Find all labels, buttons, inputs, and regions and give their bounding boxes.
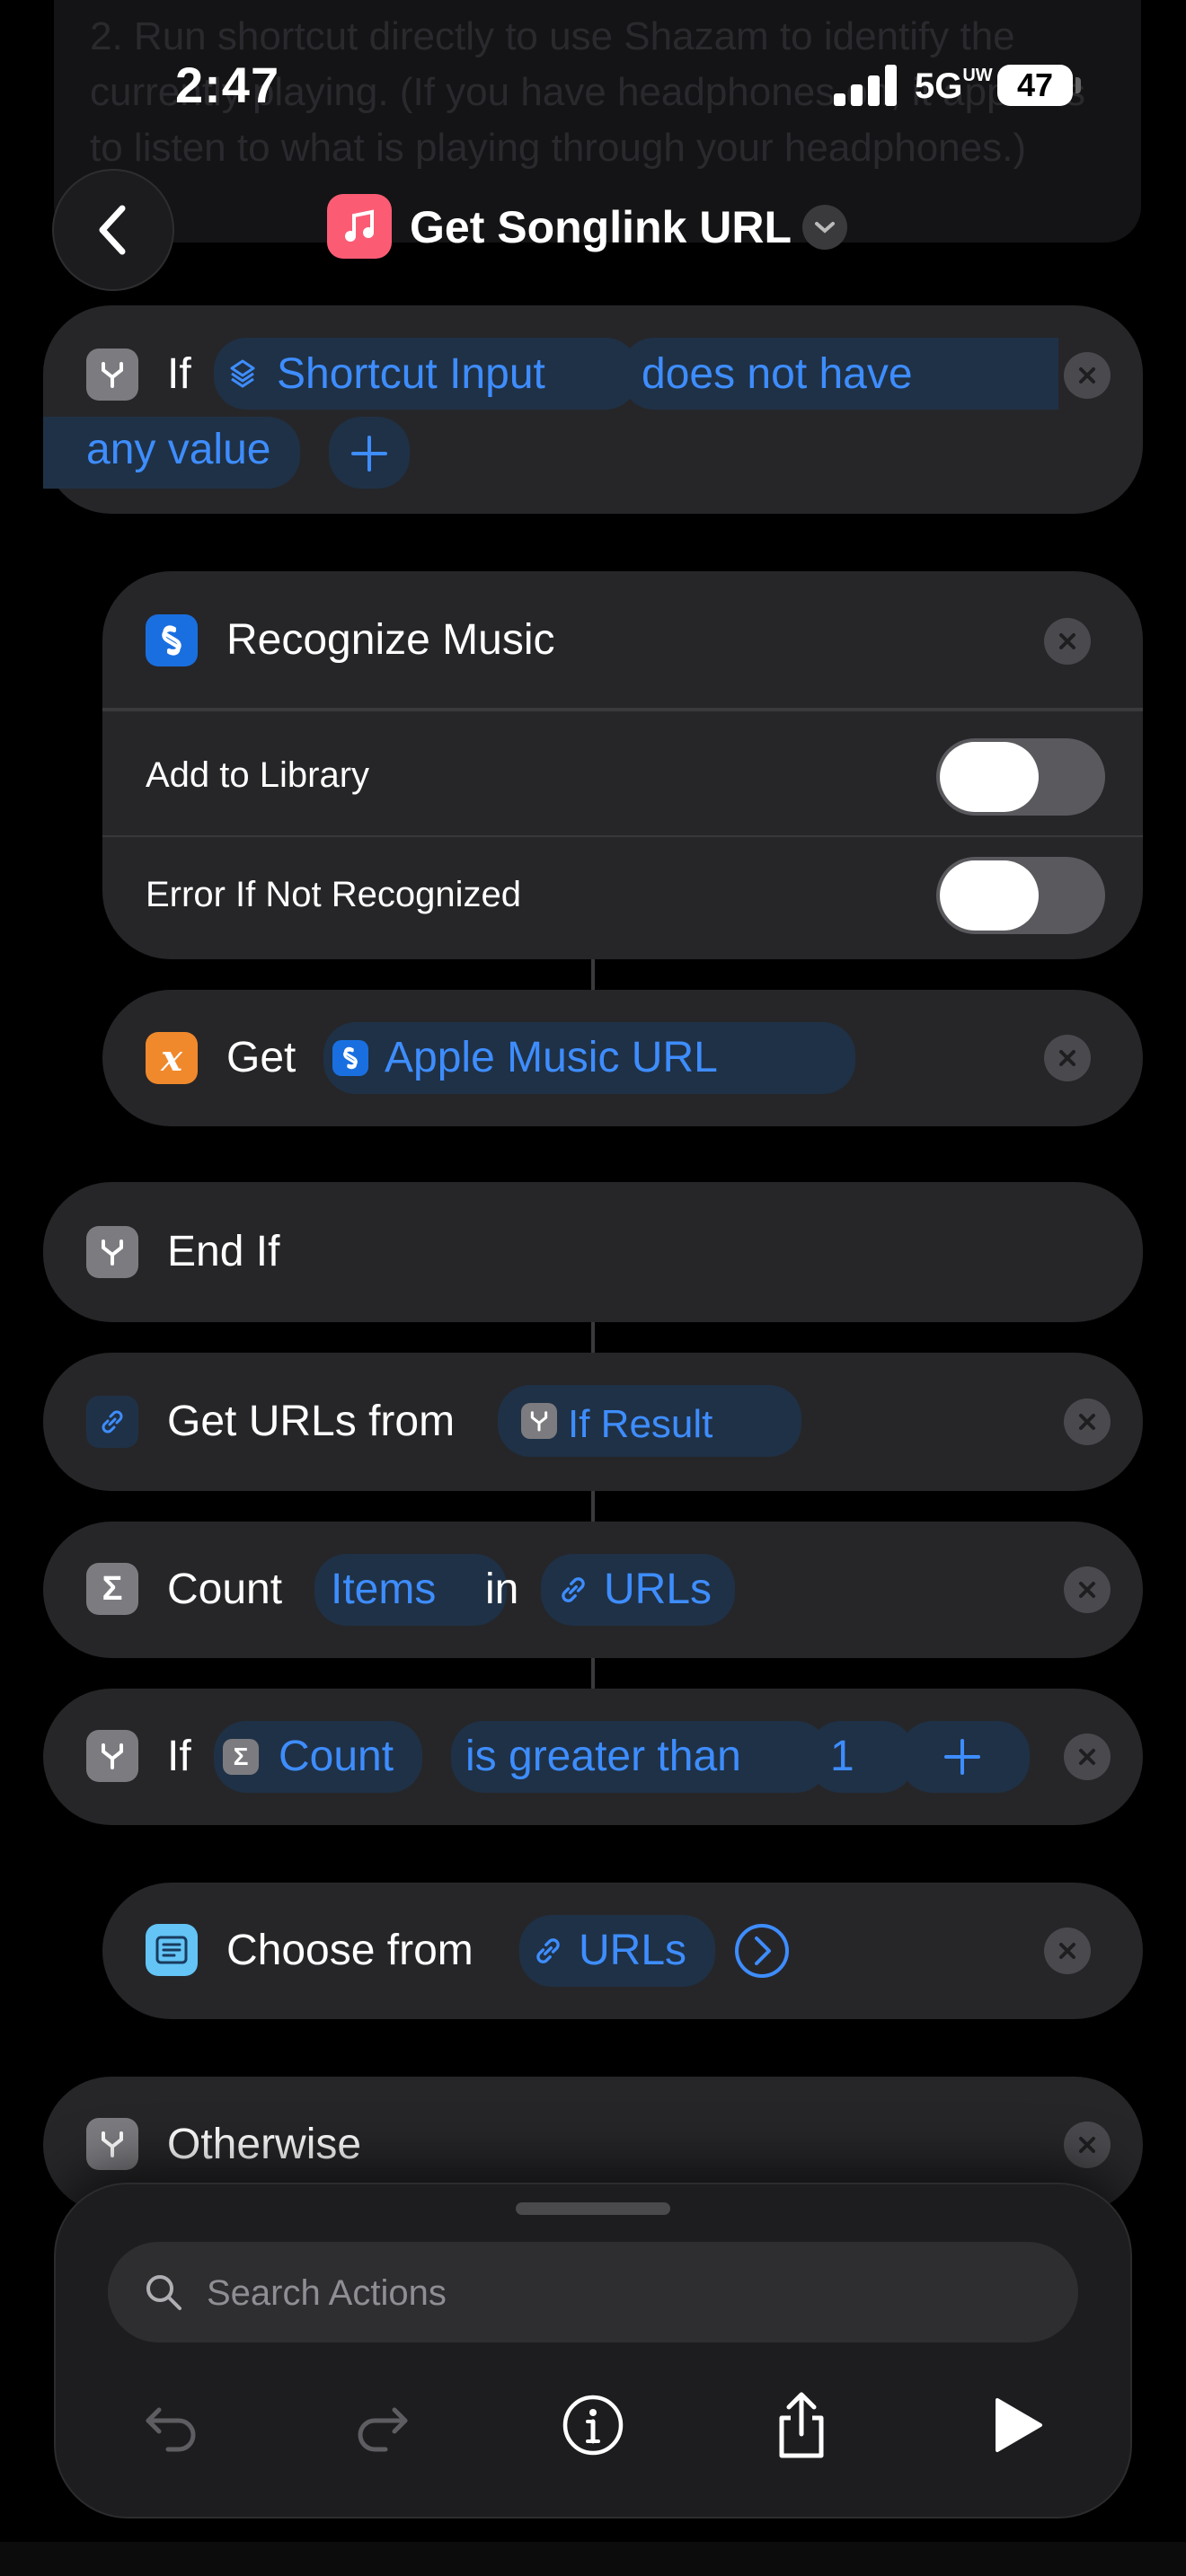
items-label: Items [331, 1566, 437, 1613]
layers-icon [225, 356, 261, 392]
add-to-library-label: Add to Library [146, 755, 370, 795]
magnifier-icon [146, 2275, 181, 2310]
run-button[interactable] [979, 2389, 1051, 2461]
close-icon[interactable] [1044, 618, 1091, 665]
back-chevron-icon [99, 205, 126, 255]
link-icon [562, 1577, 585, 1602]
if-count-card[interactable]: If Σ Count is greater than 1 [43, 1689, 1143, 1825]
chevron-down-icon[interactable] [802, 205, 847, 250]
condition-label: does not have [642, 350, 913, 398]
divider [102, 708, 1143, 711]
connector [591, 1491, 595, 1522]
close-icon[interactable] [1064, 1398, 1111, 1445]
variable-x-icon: x [146, 1032, 198, 1084]
search-actions-input[interactable] [205, 2265, 1017, 2321]
divider [102, 835, 1143, 837]
get-urls-label: Get URLs from [167, 1398, 456, 1445]
shortcut-input-label: Shortcut Input [277, 350, 545, 398]
undo-button[interactable] [137, 2389, 208, 2461]
if-keyword: If [167, 1733, 191, 1780]
branch-icon [86, 348, 138, 401]
apple-music-url-label: Apple Music URL [385, 1034, 718, 1081]
get-urls-card[interactable]: Get URLs from If Result [43, 1353, 1143, 1491]
urls-label: URLs [579, 1927, 687, 1974]
plus-icon [351, 436, 387, 472]
actions-panel[interactable] [56, 2184, 1130, 2517]
arrow-circle-right-icon[interactable] [733, 1922, 791, 1980]
status-time: 2:47 [175, 57, 280, 113]
connector [591, 959, 595, 990]
share-button[interactable] [766, 2389, 837, 2461]
info-icon [562, 2395, 624, 2456]
close-icon[interactable] [1064, 1734, 1111, 1780]
count-variable-label: Count [279, 1733, 394, 1780]
get-variable-card[interactable]: x Get Apple Music URL [102, 990, 1143, 1126]
sigma-icon: Σ [223, 1739, 259, 1775]
search-bar[interactable] [108, 2242, 1078, 2342]
info-button[interactable] [557, 2389, 629, 2461]
close-icon[interactable] [1044, 1928, 1091, 1974]
shazam-icon [146, 614, 198, 666]
recognize-music-card[interactable]: Recognize Music Add to Library Error If … [102, 571, 1143, 959]
choose-from-label: Choose from [226, 1927, 474, 1974]
redo-button[interactable] [345, 2389, 417, 2461]
branch-icon [86, 2118, 138, 2170]
branch-icon [521, 1403, 557, 1439]
branch-icon [86, 1730, 138, 1782]
if-keyword: If [167, 350, 191, 398]
end-if-card[interactable]: End If [43, 1182, 1143, 1322]
if-result-label: If Result [568, 1402, 713, 1446]
link-icon [86, 1396, 138, 1448]
network-type: 5GUW [915, 66, 993, 106]
error-if-not-recognized-label: Error If Not Recognized [146, 875, 521, 914]
urls-label: URLs [604, 1566, 712, 1613]
value-token[interactable] [809, 1721, 915, 1793]
shortcut-title[interactable]: Get Songlink URL [410, 196, 792, 259]
choose-from-card[interactable]: Choose from URLs [102, 1883, 1143, 2019]
end-if-label: End If [167, 1228, 280, 1275]
branch-icon [86, 1226, 138, 1278]
connector [591, 1322, 595, 1353]
error-if-not-recognized-toggle[interactable] [936, 857, 1105, 934]
count-label: Count [167, 1566, 283, 1613]
battery-tip [1075, 77, 1081, 93]
back-button[interactable] [54, 171, 173, 289]
redo-icon [358, 2407, 408, 2452]
recognize-music-title: Recognize Music [226, 616, 555, 664]
panel-grabber[interactable] [516, 2202, 670, 2215]
close-icon[interactable] [1064, 2122, 1111, 2168]
shazam-icon [332, 1040, 368, 1076]
link-icon [536, 1938, 560, 1963]
condition-label: is greater than [465, 1733, 741, 1780]
play-icon [996, 2398, 1042, 2452]
undo-icon [146, 2407, 196, 2452]
signal-icon [834, 65, 897, 106]
get-keyword: Get [226, 1034, 296, 1081]
plus-icon [944, 1739, 980, 1775]
list-icon [146, 1924, 198, 1976]
connector [591, 1658, 595, 1689]
share-icon [779, 2392, 824, 2458]
in-word: in [485, 1566, 519, 1613]
music-note-icon [327, 194, 392, 259]
condition-label-cont: any value [86, 426, 271, 473]
battery-icon: 47 [997, 65, 1073, 106]
if-action-card[interactable]: If Shortcut Input does not have any valu… [43, 305, 1143, 514]
close-icon[interactable] [1044, 1035, 1091, 1081]
close-icon[interactable] [1064, 352, 1111, 399]
close-icon[interactable] [1064, 1566, 1111, 1613]
value-label: 1 [830, 1733, 854, 1780]
count-card[interactable]: Σ Count Items in URLs [43, 1522, 1143, 1658]
add-to-library-toggle[interactable] [936, 738, 1105, 816]
home-indicator-area [0, 2542, 1186, 2576]
otherwise-label: Otherwise [167, 2121, 362, 2168]
sigma-icon: Σ [86, 1563, 138, 1615]
